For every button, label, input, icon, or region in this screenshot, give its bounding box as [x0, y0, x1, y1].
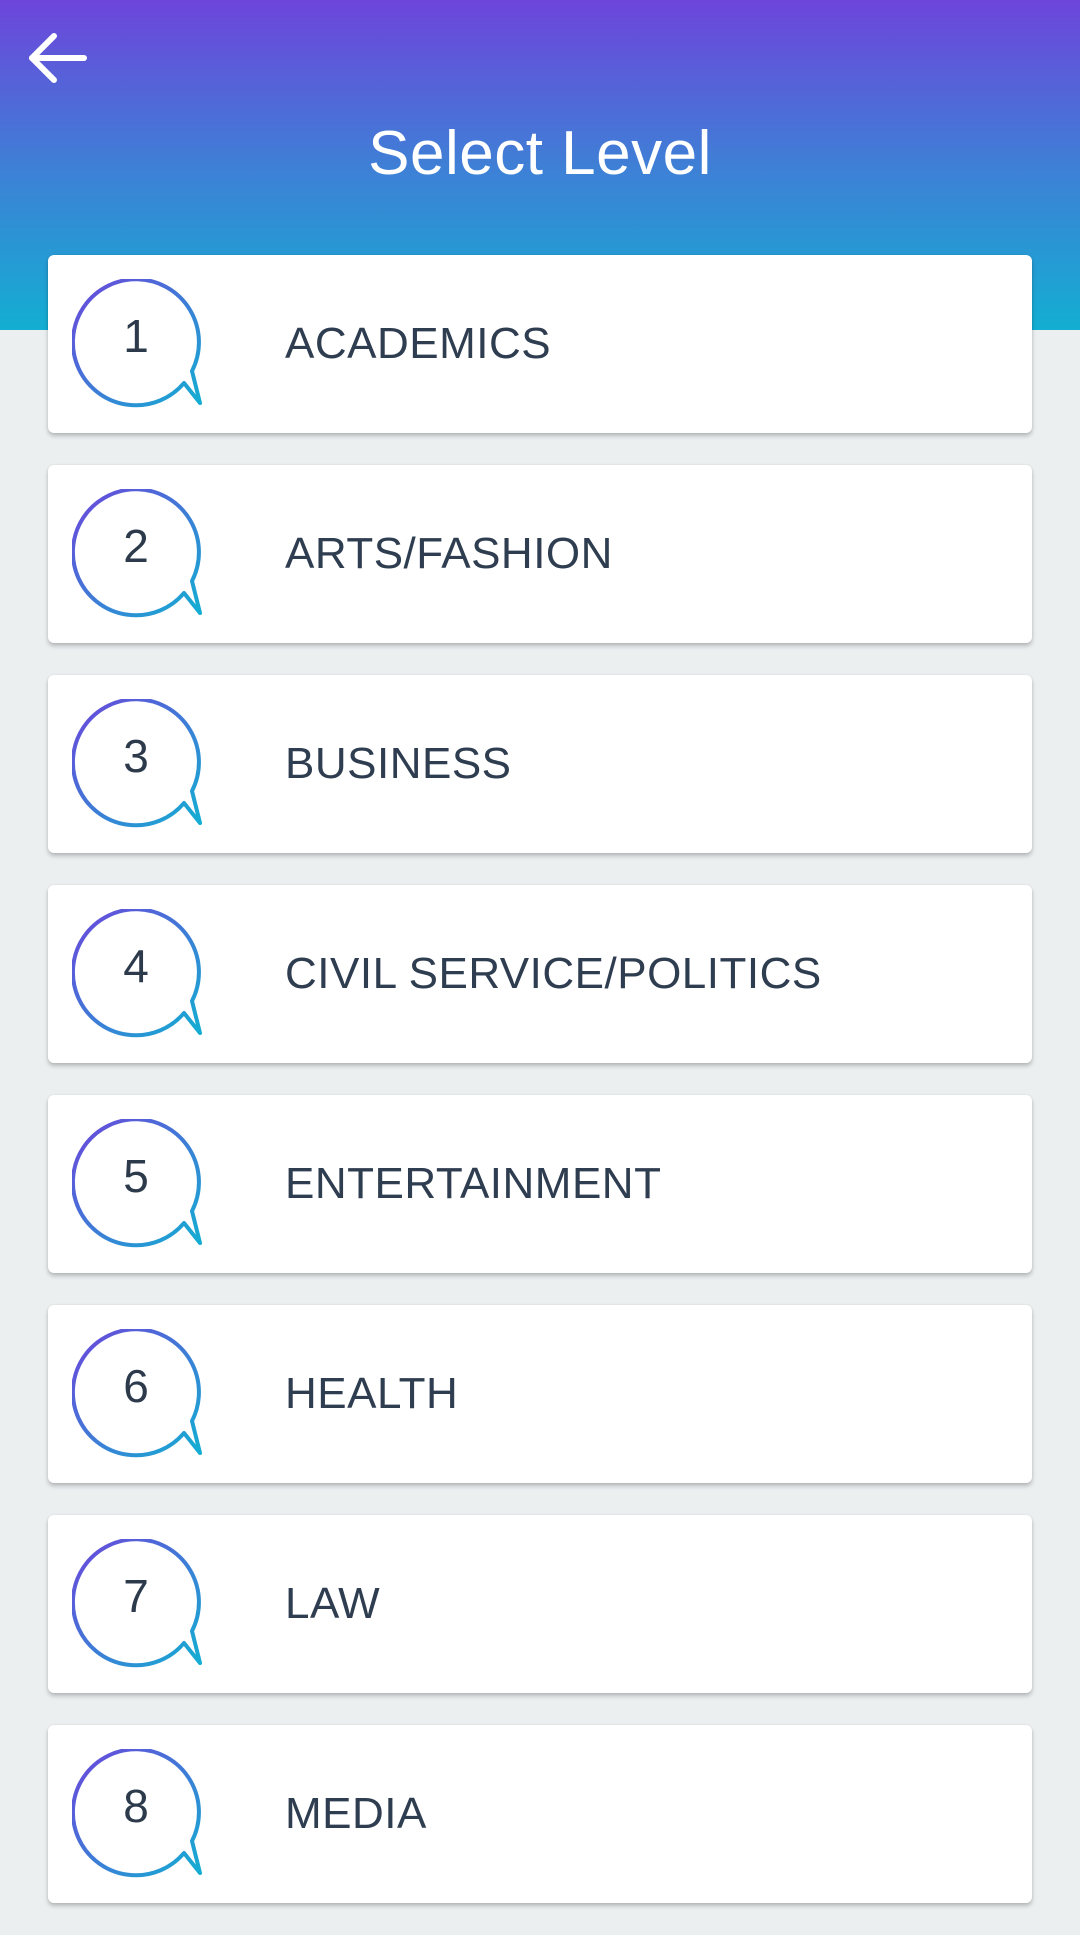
level-label: HEALTH: [285, 1369, 459, 1418]
level-badge: 4: [72, 909, 208, 1045]
level-label: ARTS/FASHION: [285, 529, 613, 578]
level-card[interactable]: 5 ENTERTAINMENT: [48, 1095, 1032, 1273]
level-badge: 3: [72, 699, 208, 835]
level-number: 7: [123, 1570, 149, 1622]
level-number: 8: [123, 1780, 149, 1832]
level-label: MEDIA: [285, 1789, 427, 1838]
level-number: 5: [123, 1150, 149, 1202]
page-title: Select Level: [368, 119, 712, 188]
level-number: 4: [123, 940, 149, 992]
level-list: 1 ACADEMICS 2 ARTS/FASHION 3 BUSINESS 4 …: [48, 255, 1032, 1935]
level-card[interactable]: 1 ACADEMICS: [48, 255, 1032, 433]
level-number: 1: [123, 310, 149, 362]
level-badge: 6: [72, 1329, 208, 1465]
level-card[interactable]: 8 MEDIA: [48, 1725, 1032, 1903]
level-card[interactable]: 2 ARTS/FASHION: [48, 465, 1032, 643]
level-number: 6: [123, 1360, 149, 1412]
level-badge: 2: [72, 489, 208, 625]
level-badge: 5: [72, 1119, 208, 1255]
level-number: 2: [123, 520, 149, 572]
level-card[interactable]: 6 HEALTH: [48, 1305, 1032, 1483]
level-card[interactable]: 7 LAW: [48, 1515, 1032, 1693]
level-label: LAW: [285, 1579, 381, 1628]
level-label: CIVIL SERVICE/POLITICS: [285, 949, 822, 998]
level-card[interactable]: 3 BUSINESS: [48, 675, 1032, 853]
arrow-left-icon: [29, 33, 87, 83]
level-label: BUSINESS: [285, 739, 512, 788]
level-label: ACADEMICS: [285, 319, 552, 368]
level-label: ENTERTAINMENT: [285, 1159, 662, 1208]
level-badge: 7: [72, 1539, 208, 1675]
level-card[interactable]: 4 CIVIL SERVICE/POLITICS: [48, 885, 1032, 1063]
level-number: 3: [123, 730, 149, 782]
level-badge: 1: [72, 279, 208, 415]
back-button[interactable]: [18, 20, 98, 96]
level-badge: 8: [72, 1749, 208, 1885]
